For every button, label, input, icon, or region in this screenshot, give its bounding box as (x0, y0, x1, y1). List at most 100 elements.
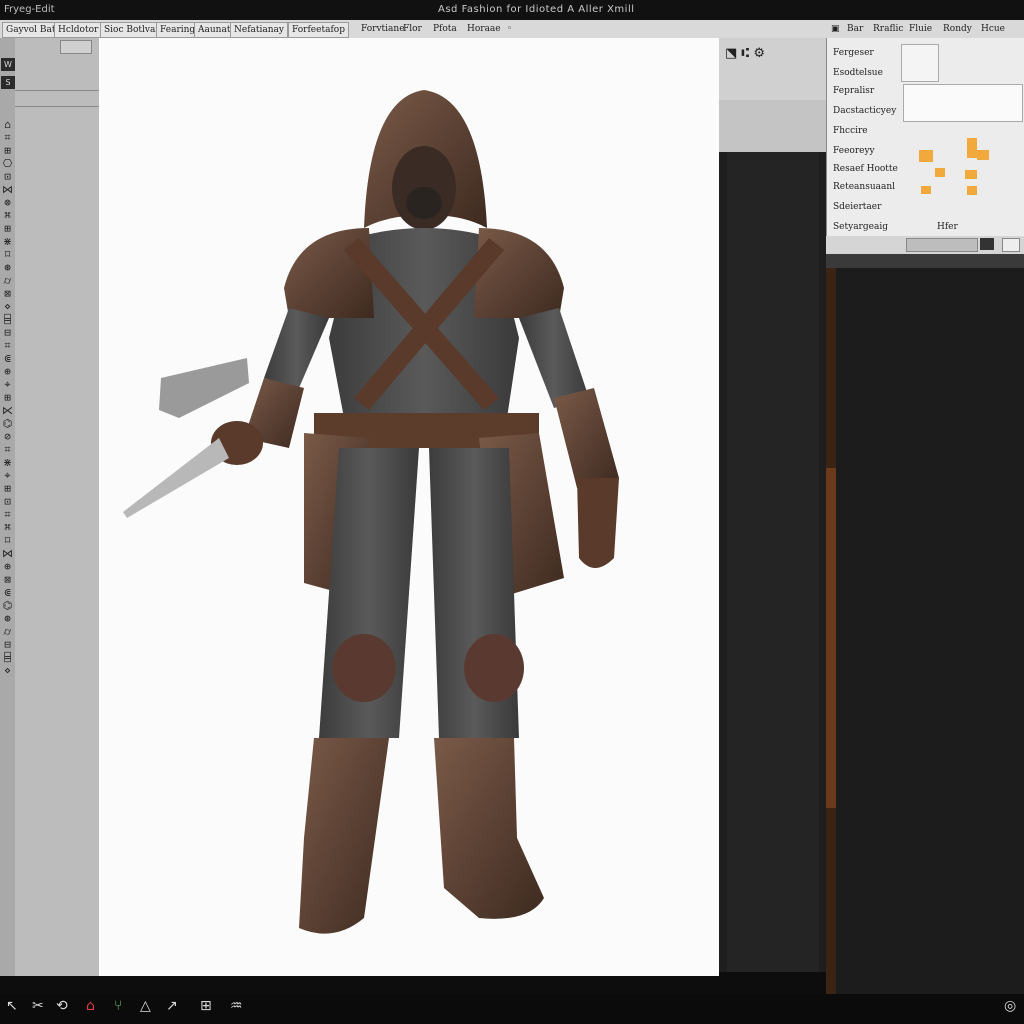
prop-label: Dacstacticyey (833, 106, 897, 116)
divider (15, 106, 99, 107)
tool-glyph-icon[interactable]: ⋐ (1, 586, 14, 599)
expand-button[interactable] (1002, 238, 1020, 252)
tool-glyph-icon[interactable]: ⊗ (1, 196, 14, 209)
tool-glyph-icon[interactable]: ⊛ (1, 612, 14, 625)
rotate-icon[interactable]: ⟲ (56, 998, 68, 1014)
menu-item-hcldotor[interactable]: Hcldotor (54, 22, 103, 38)
status-icon[interactable]: ◎ (1004, 998, 1016, 1014)
menu-item-fearing[interactable]: Fearing (156, 22, 200, 38)
menu-item-horaae[interactable]: Horaae (464, 22, 504, 36)
scissors-icon[interactable]: ✂ (32, 998, 44, 1014)
tool-glyph-icon[interactable]: ⊕ (1, 365, 14, 378)
menu-item-pfota[interactable]: Pfota (430, 22, 460, 36)
tool-glyph-icon[interactable]: ⌗ (1, 508, 14, 522)
property-value-field[interactable] (903, 84, 1023, 122)
arrow-cursor-icon[interactable]: ↖ (6, 998, 18, 1014)
right-menu-bar-item[interactable]: Bar (844, 22, 866, 36)
script-icon[interactable]: ♒ (230, 998, 243, 1014)
tool-glyph-icon[interactable]: ⋐ (1, 352, 14, 365)
window-title: Asd Fashion for Idioted A Aller Xmill (438, 4, 635, 15)
home-icon[interactable]: ⌂ (86, 998, 95, 1014)
tool-glyph-icon[interactable]: ⌬ (1, 417, 14, 430)
tool-glyph-icon[interactable]: ⌘ (1, 521, 14, 534)
tool-glyph-icon[interactable]: ⋈ (1, 547, 14, 560)
tool-glyph-icon[interactable]: ⊡ (1, 495, 14, 508)
panel-toggle-button[interactable] (60, 40, 92, 54)
refresh-icon[interactable]: ◦ (504, 22, 515, 36)
orange-node-icon[interactable] (977, 150, 989, 160)
tool-glyph-icon[interactable]: ⌑ (1, 534, 14, 547)
tool-glyph-icon[interactable]: ⊠ (1, 287, 14, 300)
prop-label: Feeoreyy (833, 146, 875, 156)
tool-glyph-icon[interactable]: ⋈ (1, 183, 14, 196)
tool-glyph-icon[interactable]: ⊟ (1, 326, 14, 339)
grid-icon[interactable]: ⊞ (200, 998, 212, 1014)
tool-glyph-icon[interactable]: ⋉ (1, 404, 14, 417)
prop-label: Fhccire (833, 126, 868, 136)
right-toolbar (826, 236, 1024, 254)
tool-glyph-icon[interactable]: ⊛ (1, 261, 14, 274)
orange-node-icon[interactable] (965, 170, 977, 179)
tool-badge-s[interactable]: S (1, 76, 15, 89)
menu-item-flor[interactable]: Flor (400, 22, 425, 36)
tool-glyph-icon[interactable]: ⊞ (1, 482, 14, 495)
menu-item-aaunat[interactable]: Aaunat (194, 22, 235, 38)
tool-glyph-icon[interactable]: ⌂ (1, 118, 14, 131)
fork-icon[interactable]: ⑂ (114, 998, 122, 1014)
tool-glyph-icon[interactable]: ⋄ (1, 300, 14, 313)
tool-glyph-icon[interactable]: ⊞ (1, 144, 14, 157)
tool-glyph-icon[interactable]: ⌭ (1, 274, 14, 288)
menu-item-nefatianay[interactable]: Nefatianay (230, 22, 289, 38)
right-menu-rraflic[interactable]: Rraflic (870, 22, 906, 36)
tool-glyph-icon[interactable]: ⌸ (1, 651, 14, 664)
right-menu-rondy[interactable]: Rondy (940, 22, 975, 36)
mid-dark-panel (719, 152, 826, 972)
tool-glyph-icon[interactable]: ⊕ (1, 560, 14, 573)
tool-glyph-icon[interactable]: ⊠ (1, 573, 14, 586)
orange-node-icon[interactable] (967, 186, 977, 195)
prop-label: Resaef Hootte (833, 164, 898, 174)
tool-glyph-icon[interactable]: ⌗ (1, 443, 14, 457)
tool-glyph-icon[interactable]: ⌖ (1, 469, 14, 483)
tool-glyph-icon[interactable]: ⎔ (1, 157, 14, 170)
orange-node-icon[interactable] (935, 168, 945, 177)
tool-glyph-icon[interactable]: ⊡ (1, 170, 14, 183)
tool-glyph-icon[interactable]: ⌗ (1, 339, 14, 353)
orange-node-icon[interactable] (921, 186, 931, 194)
viewport-canvas[interactable] (99, 38, 719, 976)
menu-item-sioc[interactable]: Sioc Botlvar (100, 22, 164, 38)
tool-glyph-icon[interactable]: ⋇ (1, 456, 14, 469)
tool-glyph-icon[interactable]: ⌭ (1, 625, 14, 639)
tool-glyph-icon[interactable]: ⌖ (1, 378, 14, 392)
tool-glyph-icon[interactable]: ⊞ (1, 391, 14, 404)
mid-dark-inner (727, 152, 819, 972)
panel-icon[interactable]: ▣ (828, 22, 843, 36)
slider-track[interactable] (906, 238, 978, 252)
play-button[interactable] (980, 238, 994, 250)
tool-glyph-icon[interactable]: ⌑ (1, 248, 14, 261)
tool-glyph-icon[interactable]: ⌬ (1, 599, 14, 612)
mid-band (719, 100, 826, 152)
mid-tool-icons[interactable]: ⬔ ⑆ ⚙ (725, 46, 765, 61)
tool-glyph-icon[interactable]: ⋇ (1, 235, 14, 248)
right-menu-hcue[interactable]: Hcue (978, 22, 1008, 36)
tool-badge-w[interactable]: W (1, 58, 15, 71)
orange-node-icon[interactable] (967, 138, 977, 158)
prop-label: Esodtelsue (833, 68, 883, 78)
tool-glyph-icon[interactable]: ⌸ (1, 313, 14, 326)
prop-label: Reteansuaanl (833, 182, 896, 192)
menu-item-forfeetafop[interactable]: Forfeetafop (288, 22, 349, 38)
tool-glyph-icon[interactable]: ⌘ (1, 209, 14, 222)
tool-glyph-icon[interactable]: ⌗ (1, 131, 14, 145)
right-subheader (826, 254, 1024, 268)
pointer-icon[interactable]: ↗ (166, 998, 178, 1014)
tool-glyph-icon[interactable]: ⊘ (1, 430, 14, 443)
triangle-icon[interactable]: △ (140, 998, 151, 1014)
toolbar-label: Hfer (937, 222, 958, 232)
tool-glyph-icon[interactable]: ⋄ (1, 664, 14, 677)
orange-node-icon[interactable] (919, 150, 933, 162)
right-menu-fluie[interactable]: Fluie (906, 22, 935, 36)
tool-glyph-icon[interactable]: ⊞ (1, 222, 14, 235)
transform-widget[interactable] (901, 44, 939, 82)
tool-glyph-icon[interactable]: ⊟ (1, 638, 14, 651)
